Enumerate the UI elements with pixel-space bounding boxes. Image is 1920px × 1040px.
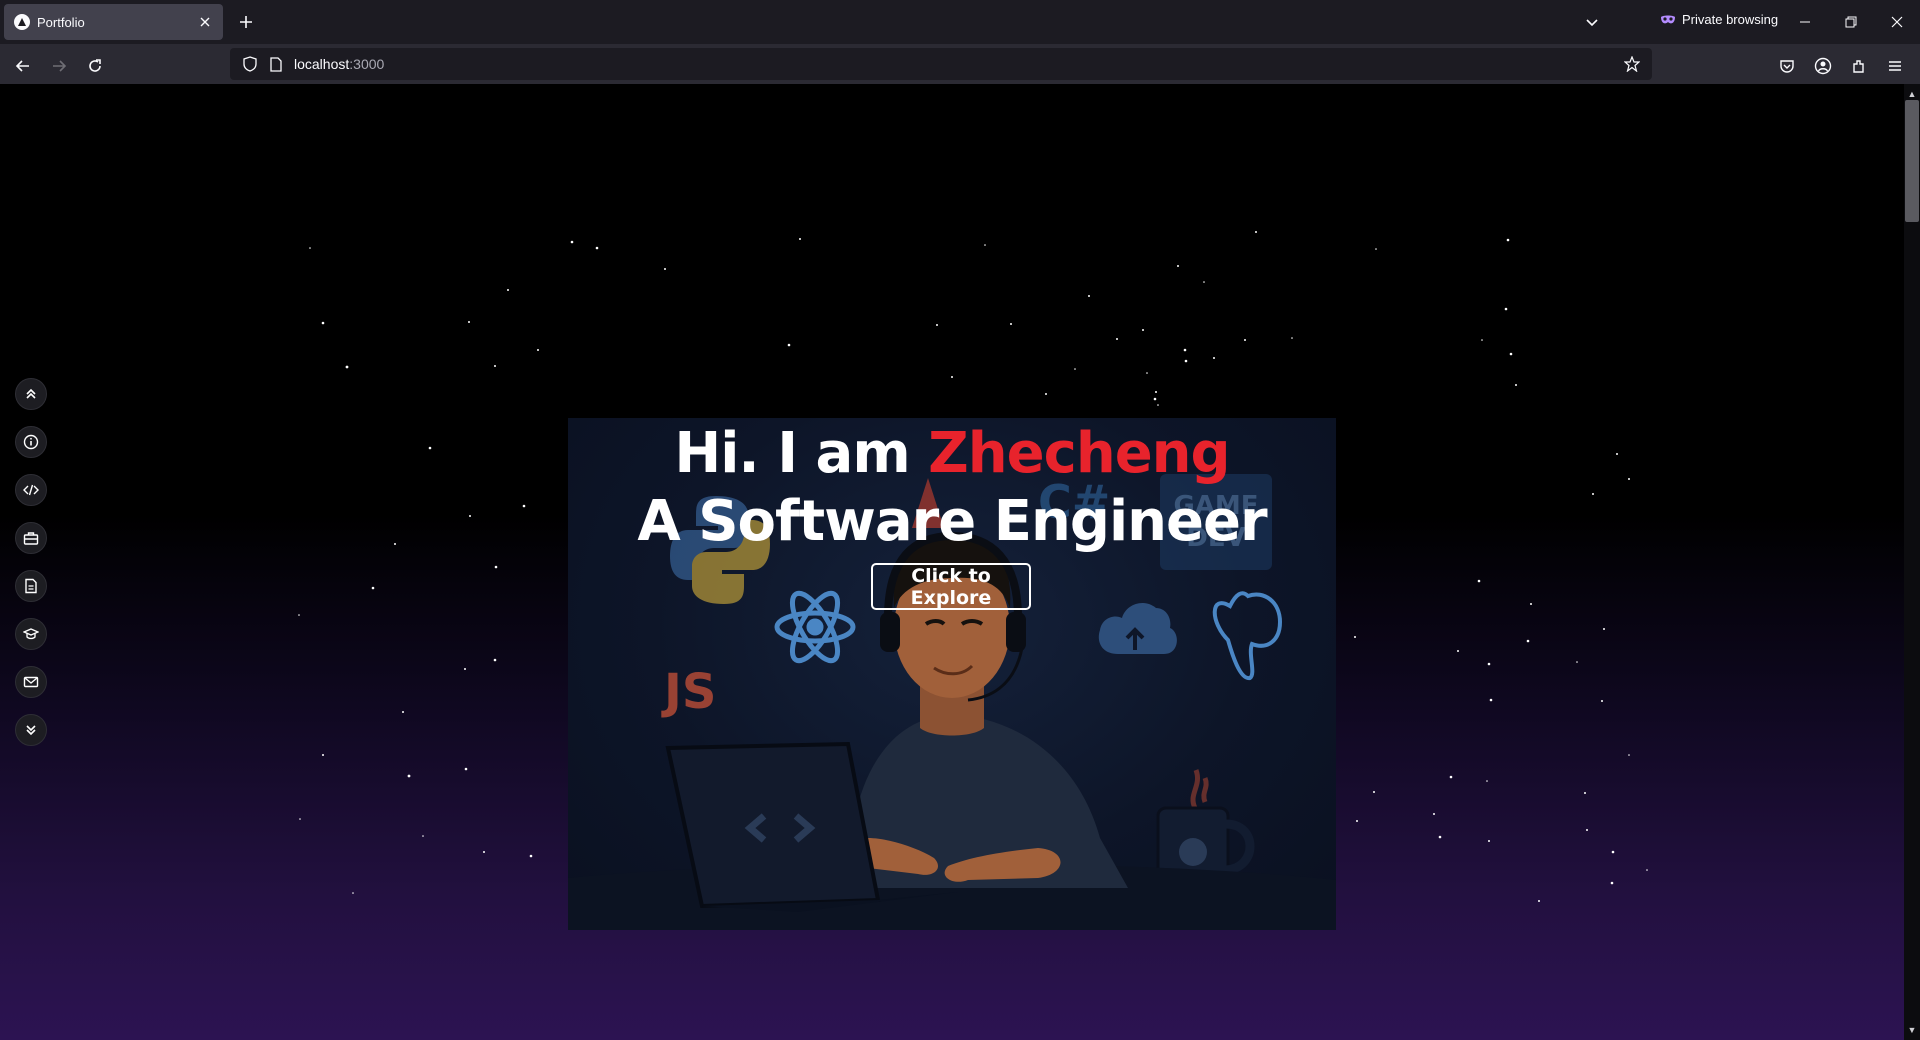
- close-window-icon[interactable]: [1874, 0, 1920, 44]
- postgresql-logo-icon: [1212, 591, 1283, 680]
- restore-icon[interactable]: [1828, 0, 1874, 44]
- close-icon[interactable]: [197, 14, 213, 30]
- url-host: localhost: [294, 56, 350, 72]
- scroll-down-arrow-icon[interactable]: ▼: [1904, 1022, 1920, 1038]
- tab-title: Portfolio: [37, 14, 85, 30]
- private-browsing-indicator: Private browsing: [1660, 12, 1778, 27]
- url-port: :3000: [349, 56, 385, 72]
- private-browsing-label: Private browsing: [1682, 12, 1779, 27]
- react-logo-icon: [774, 590, 856, 664]
- menu-icon[interactable]: [1881, 52, 1909, 80]
- code-icon: [23, 484, 39, 496]
- cloud-upload-icon: [1098, 603, 1177, 654]
- graduation-cap-icon: [23, 628, 39, 640]
- greeting-text: Hi. I am: [674, 421, 929, 486]
- plus-icon[interactable]: [234, 10, 258, 34]
- pocket-icon[interactable]: [1773, 52, 1801, 80]
- tab-portfolio[interactable]: Portfolio: [4, 4, 223, 40]
- nav-contact-button[interactable]: [15, 666, 47, 698]
- scrollbar-thumb[interactable]: [1905, 100, 1919, 222]
- nav-top-button[interactable]: [15, 378, 47, 410]
- chevrons-up-icon: [26, 388, 36, 399]
- shield-icon[interactable]: [242, 56, 258, 72]
- briefcase-icon: [23, 532, 39, 545]
- nav-bottom-button[interactable]: [15, 714, 47, 746]
- info-icon: [23, 434, 39, 450]
- hero-name: Zhecheng: [928, 421, 1230, 486]
- private-mask-icon: [1661, 15, 1675, 23]
- minimize-icon[interactable]: [1782, 0, 1828, 44]
- browser-tab-bar: Portfolio Private browsing: [0, 0, 1920, 44]
- forward-icon[interactable]: [45, 52, 73, 80]
- nav-about-button[interactable]: [15, 426, 47, 458]
- hero-heading: Hi. I am Zhecheng: [560, 418, 1344, 490]
- nav-skills-button[interactable]: [15, 474, 47, 506]
- chevrons-down-icon: [26, 725, 36, 736]
- section-nav: [15, 378, 49, 762]
- document-icon: [25, 578, 37, 594]
- back-icon[interactable]: [9, 52, 37, 80]
- nav-resume-button[interactable]: [15, 570, 47, 602]
- explore-button[interactable]: Click to Explore: [871, 563, 1031, 610]
- reload-icon[interactable]: [81, 52, 109, 80]
- star-icon[interactable]: [1624, 56, 1640, 72]
- url-bar[interactable]: localhost:3000: [230, 48, 1652, 80]
- mail-icon: [23, 676, 39, 688]
- nav-experience-button[interactable]: [15, 522, 47, 554]
- hero-subtitle: A Software Engineer: [637, 489, 1267, 554]
- favicon-icon: [14, 14, 30, 30]
- chevron-down-icon[interactable]: [1580, 10, 1604, 34]
- page-icon[interactable]: [268, 56, 284, 72]
- account-icon[interactable]: [1809, 52, 1837, 80]
- extensions-icon[interactable]: [1845, 52, 1873, 80]
- js-logo-icon: JS: [661, 664, 716, 720]
- nav-education-button[interactable]: [15, 618, 47, 650]
- page-scrollbar[interactable]: [1904, 84, 1920, 1040]
